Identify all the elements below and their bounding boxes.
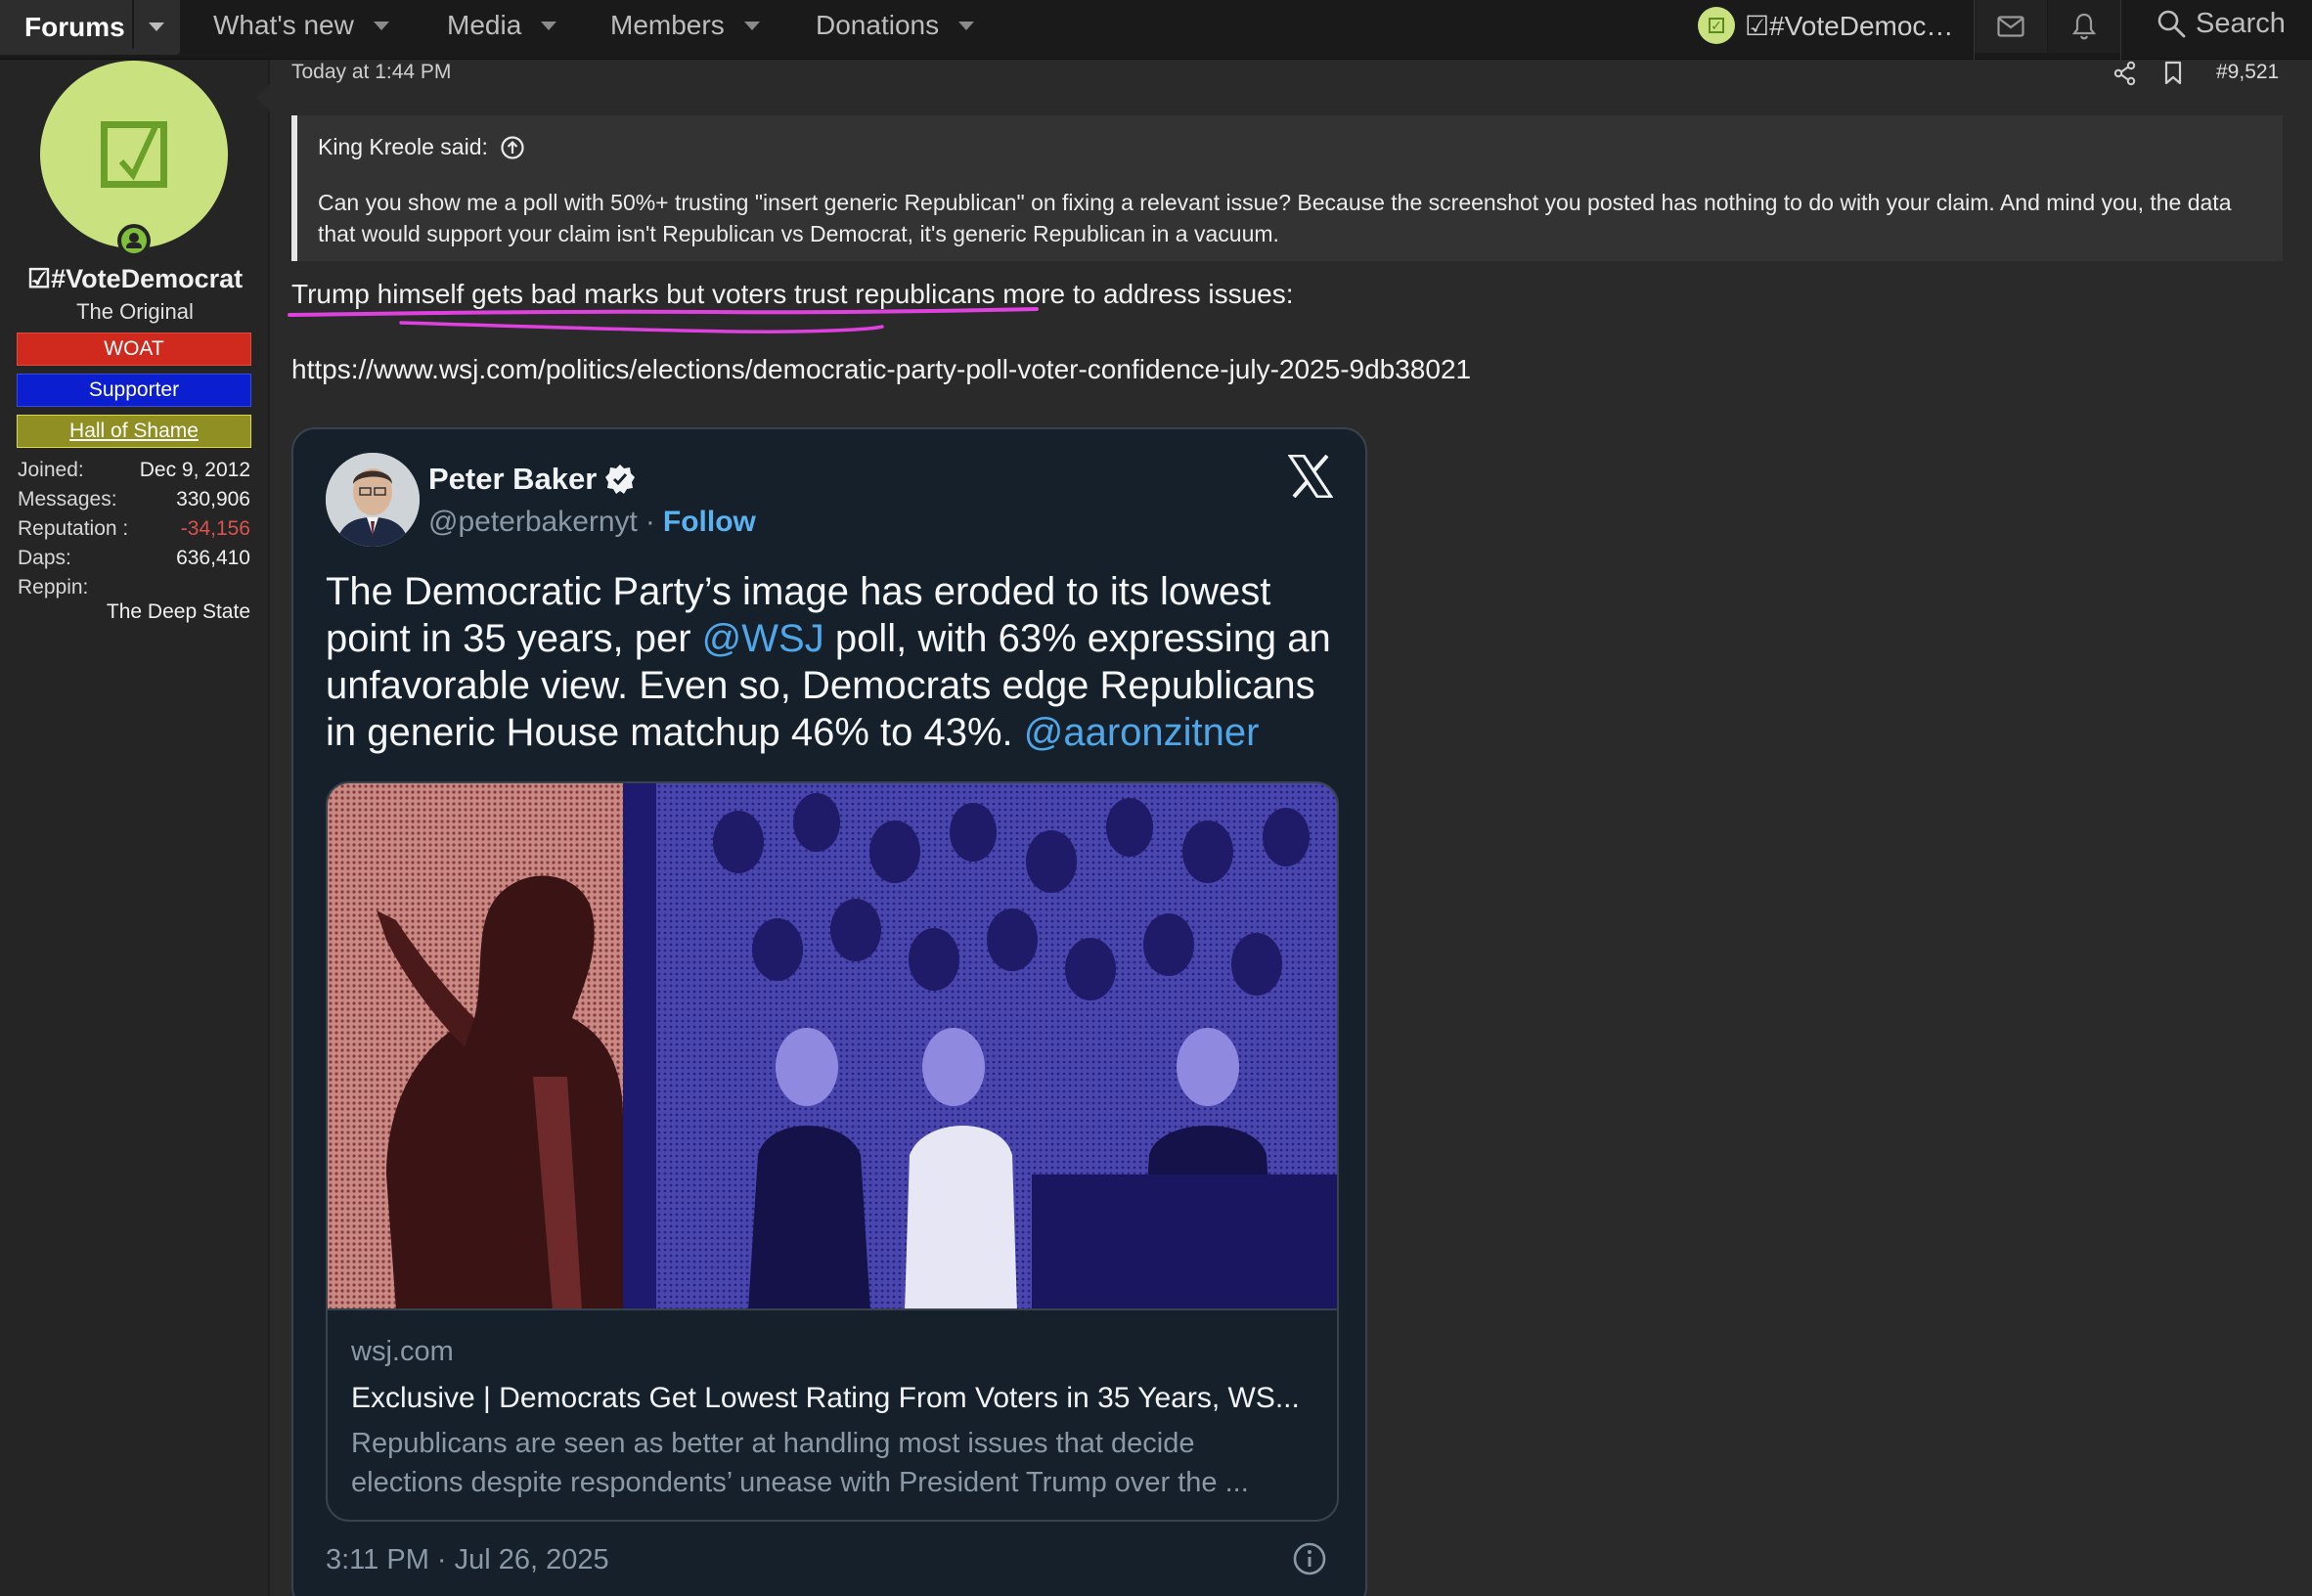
inbox-button[interactable] [1975, 0, 2047, 53]
post-url-link[interactable]: https://www.wsj.com/politics/elections/d… [291, 354, 1471, 385]
user-banner-supporter: Supporter [17, 374, 251, 407]
card-title: Exclusive | Democrats Get Lowest Rating … [351, 1382, 1300, 1414]
tweet-handle-row: @peterbakernyt · Follow [428, 506, 756, 539]
stat-label: Reppin: [18, 576, 89, 598]
quote-author: King Kreole said: [318, 134, 488, 159]
nav-media-label: Media [447, 10, 522, 40]
post-actions [2112, 59, 2183, 88]
tweet-embed[interactable]: Peter Baker @peterbakernyt · Follow The … [291, 427, 1367, 1596]
stat-reputation: Reputation : -34,156 [18, 517, 250, 545]
stat-messages: Messages: 330,906 [18, 488, 250, 515]
info-icon[interactable] [1291, 1540, 1328, 1577]
stat-value: Dec 9, 2012 [139, 459, 250, 481]
quote-text: Can you show me a poll with 50%+ trustin… [318, 190, 2232, 246]
quote-header[interactable]: King Kreole said: [318, 134, 525, 160]
stat-label: Reputation : [18, 517, 129, 540]
card-description-line: elections despite respondents’ unease wi… [351, 1467, 1249, 1498]
article-photo [328, 783, 1337, 1310]
nav-tab-whats-new[interactable]: What's new [213, 0, 389, 51]
nav-members-label: Members [610, 10, 725, 40]
search-label: Search [2196, 7, 2286, 39]
stat-reppin-value: The Deep State [106, 600, 250, 623]
chevron-down-icon[interactable] [541, 21, 557, 30]
quote-block: King Kreole said: Can you show me a poll… [291, 115, 2283, 261]
nav-account-menu[interactable]: ✓ ☑#VoteDemoc… [1698, 7, 1953, 44]
nav-tab-media[interactable]: Media [447, 0, 557, 51]
chevron-down-icon[interactable] [149, 22, 164, 31]
nav-donations-label: Donations [816, 10, 940, 40]
separator-dot: · [645, 506, 655, 538]
chevron-down-icon[interactable] [958, 21, 975, 30]
nav-forums-label: Forums [24, 12, 125, 42]
tweet-author-handle[interactable]: @peterbakernyt [428, 506, 638, 539]
post-number[interactable]: #9,521 [2216, 61, 2279, 84]
chevron-down-icon[interactable] [373, 21, 389, 30]
checkbox-icon [101, 121, 167, 188]
stat-joined: Joined: Dec 9, 2012 [18, 459, 250, 486]
nav-whats-new-label: What's new [213, 10, 354, 40]
follow-button[interactable]: Follow [663, 506, 756, 539]
tweet-author-name-text: Peter Baker [428, 462, 598, 496]
checkbox-icon: ✓ [1709, 18, 1724, 33]
mention-link[interactable]: @aaronzitner [1024, 711, 1260, 754]
top-navigation-bar: Forums What's new Media Members Donation… [0, 0, 2312, 60]
stat-label: Joined: [18, 459, 84, 481]
stat-value[interactable]: 330,906 [176, 488, 250, 515]
tweet-author-avatar[interactable] [326, 453, 420, 547]
user-banner-hall-of-shame[interactable]: Hall of Shame [17, 415, 251, 448]
user-banner-woat: WOAT [17, 332, 251, 366]
online-status-icon [117, 224, 151, 257]
card-description-line: Republicans are seen as better at handli… [351, 1428, 1195, 1459]
nav-split-divider [132, 0, 134, 49]
tweet-author-name[interactable]: Peter Baker [428, 462, 636, 497]
link-preview-card[interactable]: wsj.com Exclusive | Democrats Get Lowest… [326, 781, 1339, 1522]
arrow-up-circle-icon[interactable] [500, 135, 525, 160]
nav-account-label: ☑#VoteDemoc… [1745, 10, 1954, 41]
message-user-sidebar: ☑#VoteDemocrat The Original WOAT Support… [0, 60, 270, 1596]
search-button[interactable]: Search [2156, 6, 2286, 41]
sidebar-arrow [256, 84, 270, 111]
post-timestamp[interactable]: Today at 1:44 PM [291, 61, 451, 84]
card-domain: wsj.com [351, 1336, 454, 1367]
search-icon [2157, 10, 2186, 38]
stat-daps: Daps: 636,410 [18, 547, 250, 574]
alerts-button[interactable] [2048, 0, 2120, 53]
envelope-icon [1997, 16, 2024, 37]
user-avatar-small: ✓ [1698, 7, 1735, 44]
stat-reppin: Reppin: [18, 576, 250, 603]
nav-divider [2120, 0, 2121, 60]
bookmark-icon[interactable] [2163, 61, 2183, 86]
tweet-text: The Democratic Party’s image has eroded … [326, 568, 1343, 756]
share-icon[interactable] [2112, 61, 2138, 86]
chevron-down-icon[interactable] [743, 21, 760, 30]
card-description: Republicans are seen as better at handli… [351, 1424, 1319, 1502]
user-title: The Original [76, 299, 194, 324]
stat-value: 636,410 [176, 547, 250, 569]
nav-tab-donations[interactable]: Donations [816, 0, 975, 51]
stat-label: Messages: [18, 488, 117, 510]
username-link[interactable]: ☑#VoteDemocrat [0, 264, 270, 294]
stat-label: Daps: [18, 547, 71, 569]
mention-link[interactable]: @WSJ [702, 617, 824, 660]
nav-tab-members[interactable]: Members [610, 0, 760, 51]
stat-value: -34,156 [180, 517, 250, 540]
x-logo-icon[interactable] [1288, 455, 1333, 498]
avatar[interactable] [40, 61, 228, 248]
verified-badge-icon [605, 465, 636, 494]
post-text-line: Trump himself gets bad marks but voters … [291, 279, 1294, 309]
bell-icon [2072, 13, 2096, 40]
tweet-timestamp[interactable]: 3:11 PM · Jul 26, 2025 [326, 1544, 609, 1576]
nav-tab-forums[interactable]: Forums [0, 0, 180, 55]
